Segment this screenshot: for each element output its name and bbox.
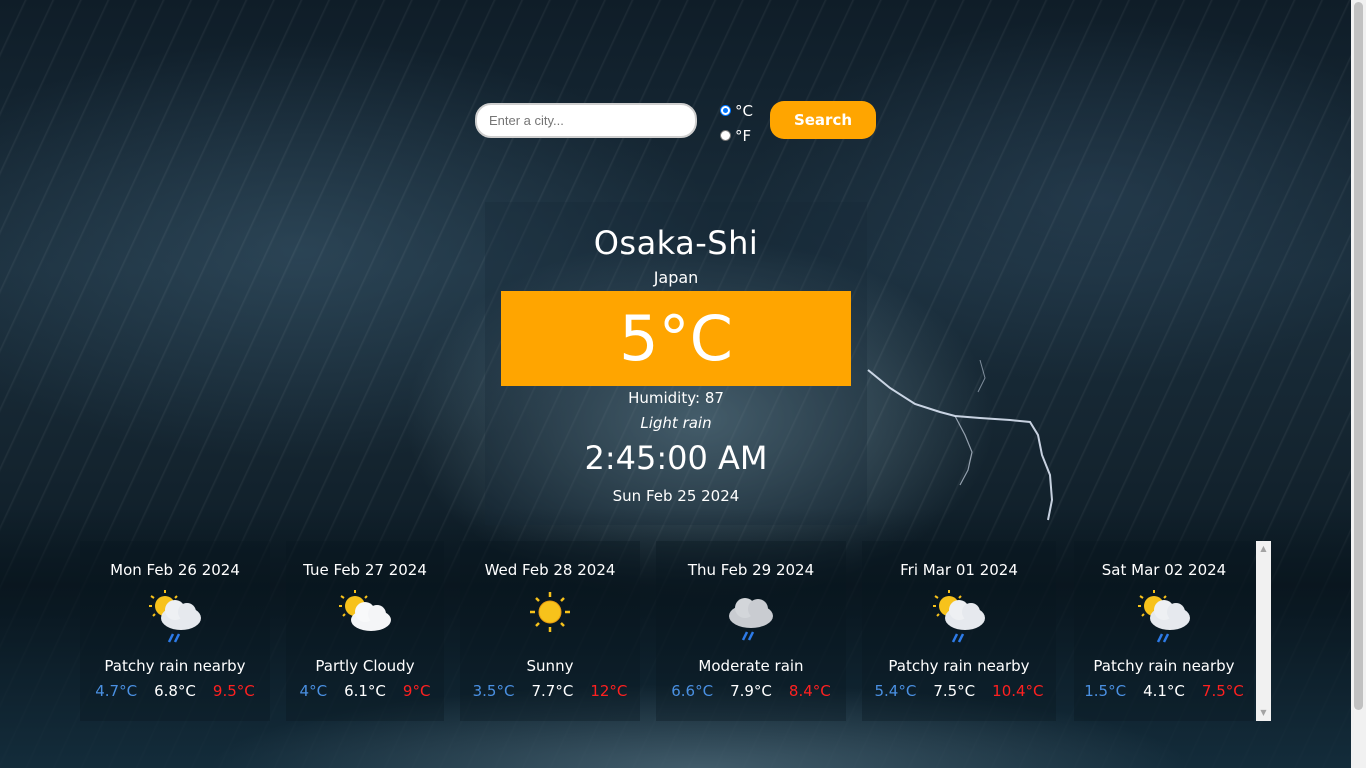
current-temperature: 5°C	[501, 291, 851, 386]
forecast-min-temp: 3.5°C	[472, 682, 515, 700]
forecast-temps: 6.6°C 7.9°C 8.4°C	[656, 682, 846, 700]
patchy-rain-icon	[149, 590, 201, 643]
current-temperature-value: 5°C	[619, 302, 733, 375]
patchy-rain-icon	[933, 590, 985, 643]
forecast-day: Thu Feb 29 2024 Moderate rain 6.6°C 7.9°…	[656, 541, 846, 721]
city-search-input[interactable]	[475, 103, 697, 138]
forecast-scrollbar[interactable]: ▲ ▼	[1256, 541, 1271, 721]
forecast-min-temp: 4.7°C	[95, 682, 138, 700]
celsius-label: °C	[735, 101, 753, 120]
forecast-temps: 3.5°C 7.7°C 12°C	[460, 682, 640, 700]
unit-selector: °C °F	[719, 98, 763, 148]
forecast-day: Fri Mar 01 2024 Patchy rain nearby 5.4°C…	[862, 541, 1056, 721]
fahrenheit-radio[interactable]	[720, 130, 731, 141]
forecast-avg-temp: 7.5°C	[933, 682, 976, 700]
local-time: 2:45:00 AM	[584, 439, 768, 477]
lightning-bolt	[867, 360, 1054, 521]
unit-fahrenheit-option[interactable]: °F	[719, 123, 763, 148]
forecast-condition: Sunny	[526, 657, 574, 675]
forecast-strip[interactable]: Mon Feb 26 2024 Patchy rain nearby 4.7°C…	[80, 541, 1271, 721]
forecast-date: Fri Mar 01 2024	[900, 561, 1018, 579]
forecast-avg-temp: 6.1°C	[344, 682, 386, 700]
patchy-rain-icon	[1138, 590, 1190, 643]
forecast-date: Wed Feb 28 2024	[484, 561, 616, 579]
unit-celsius-option[interactable]: °C	[719, 98, 763, 123]
forecast-condition: Patchy rain nearby	[888, 657, 1030, 675]
current-weather-card: Osaka-Shi Japan 5°C Humidity: 87 Light r…	[485, 202, 867, 525]
forecast-condition: Partly Cloudy	[315, 657, 415, 675]
forecast-avg-temp: 7.9°C	[730, 682, 772, 700]
forecast-max-temp: 9.5°C	[212, 682, 255, 700]
forecast-temps: 5.4°C 7.5°C 10.4°C	[862, 682, 1056, 700]
forecast-day: Wed Feb 28 2024 Sunny 3.5°C 7.7°C 12°C	[460, 541, 640, 721]
forecast-min-temp: 5.4°C	[874, 682, 917, 700]
forecast-avg-temp: 7.7°C	[531, 682, 574, 700]
city-name: Osaka-Shi	[593, 224, 759, 262]
forecast-condition: Patchy rain nearby	[104, 657, 246, 675]
forecast-date: Thu Feb 29 2024	[687, 561, 815, 579]
humidity: Humidity: 87	[628, 389, 724, 407]
current-condition: Light rain	[640, 414, 712, 432]
forecast-date: Sat Mar 02 2024	[1101, 561, 1227, 579]
page-scrollbar[interactable]	[1351, 0, 1366, 768]
forecast-min-temp: 6.6°C	[671, 682, 714, 700]
partly-cloudy-icon	[339, 590, 391, 631]
forecast-min-temp: 4°C	[299, 682, 328, 700]
forecast-day: Tue Feb 27 2024 Partly Cloudy 4°C 6.1°C …	[286, 541, 444, 721]
forecast-temps: 4°C 6.1°C 9°C	[286, 682, 444, 700]
search-button[interactable]: Search	[770, 101, 876, 139]
forecast-date: Mon Feb 26 2024	[110, 561, 240, 579]
forecast-condition: Moderate rain	[698, 657, 804, 675]
forecast-avg-temp: 4.1°C	[1143, 682, 1185, 700]
moderate-rain-icon	[729, 598, 773, 641]
forecast-temps: 4.7°C 6.8°C 9.5°C	[80, 682, 270, 700]
forecast-max-temp: 9°C	[402, 682, 431, 700]
forecast-day: Mon Feb 26 2024 Patchy rain nearby 4.7°C…	[80, 541, 270, 721]
forecast-date: Tue Feb 27 2024	[303, 561, 427, 579]
celsius-radio[interactable]	[720, 105, 731, 116]
fahrenheit-label: °F	[735, 126, 752, 145]
sunny-icon	[530, 592, 570, 632]
page-scrollbar-thumb[interactable]	[1354, 2, 1363, 710]
forecast-max-temp: 7.5°C	[1201, 682, 1244, 700]
forecast-temps: 1.5°C 4.1°C 7.5°C	[1074, 682, 1254, 700]
forecast-day: Sat Mar 02 2024 Patchy rain nearby 1.5°C…	[1074, 541, 1254, 721]
forecast-min-temp: 1.5°C	[1084, 682, 1127, 700]
forecast-max-temp: 8.4°C	[788, 682, 831, 700]
scroll-down-arrow-icon[interactable]: ▼	[1256, 707, 1271, 719]
forecast-avg-temp: 6.8°C	[154, 682, 196, 700]
forecast-condition: Patchy rain nearby	[1093, 657, 1235, 675]
country-name: Japan	[653, 268, 699, 287]
forecast-max-temp: 10.4°C	[992, 682, 1044, 700]
forecast-max-temp: 12°C	[590, 682, 628, 700]
local-date: Sun Feb 25 2024	[612, 487, 740, 505]
scroll-up-arrow-icon[interactable]: ▲	[1256, 543, 1271, 555]
